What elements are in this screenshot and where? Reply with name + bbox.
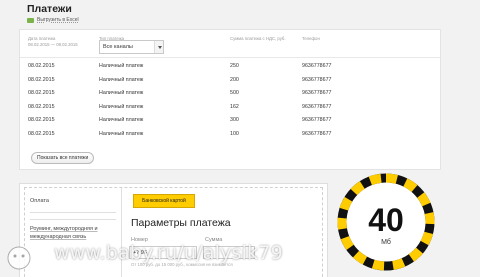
table-row: 08.02.2015 Наличный платеж 162 963677867… [20, 102, 440, 116]
gauge-unit: Мб [381, 239, 391, 246]
sum-label: Сумма [205, 237, 223, 243]
cell-type: Наличный платеж [99, 63, 144, 69]
cell-date: 08.02.2015 [28, 76, 55, 83]
side-item-roaming[interactable]: Роуминг, междугородняя и международная с… [30, 225, 110, 241]
sum-column-header: Сумма платежа с НДС, руб. [230, 36, 286, 41]
cell-type: Наличный платеж [99, 130, 144, 137]
phone-number-value: +7 96 [133, 250, 147, 256]
cell-sum: 250 [230, 63, 239, 69]
cell-date: 08.02.2015 [28, 130, 55, 137]
chevron-down-icon [154, 41, 163, 53]
number-label: Номер [131, 237, 148, 243]
table-row: 08.02.2015 Наличный платеж 100 963677867… [20, 129, 440, 143]
payment-side-menu: Оплата Роуминг, междугородняя и междунар… [24, 189, 117, 277]
export-excel-link[interactable]: Выгрузить в Excel [27, 17, 79, 23]
cell-sum: 100 [230, 130, 239, 137]
payment-params-title: Параметры платежа [131, 217, 231, 229]
side-item-payment[interactable]: Оплата [30, 198, 49, 204]
cell-type: Наличный платеж [99, 90, 144, 96]
cell-date: 08.02.2015 [28, 63, 55, 69]
sum-input[interactable] [203, 246, 255, 259]
sum-hint: От 100 руб. до 15 000 руб., комиссия не … [131, 262, 233, 267]
channel-select-value: Все каналы [103, 44, 133, 50]
cell-sum: 300 [230, 117, 239, 123]
excel-icon [27, 17, 34, 23]
cell-type: Наличный платеж [99, 76, 144, 83]
table-row: 08.02.2015 Наличный платеж 300 963677867… [20, 115, 440, 129]
gauge-value: 40 [368, 202, 404, 238]
bank-card-tab[interactable]: Банковской картой [133, 194, 195, 208]
date-column-header: Дата платежа [28, 36, 56, 41]
date-range-filter[interactable]: 08.02.2015 — 08.02.2015 [28, 42, 78, 47]
cell-type: Наличный платеж [99, 117, 144, 123]
phone-number-input[interactable]: +7 96 [129, 246, 197, 259]
cell-sum: 500 [230, 90, 239, 96]
cell-phone: 9636778677 [302, 130, 332, 137]
cell-type: Наличный платеж [99, 103, 144, 110]
cell-date: 08.02.2015 [28, 117, 55, 123]
table-row: 08.02.2015 Наличный платеж 200 963677867… [20, 75, 440, 89]
cell-phone: 9636778677 [302, 63, 332, 69]
table-row: 08.02.2015 Наличный платеж 500 963677867… [20, 88, 440, 102]
side-divider [30, 212, 116, 213]
cell-sum: 162 [230, 103, 239, 110]
show-all-payments-button[interactable]: Показать все платежи [31, 152, 95, 164]
cell-phone: 9636778677 [302, 117, 332, 123]
payments-table: 08.02.2015 Наличный платеж 250 963677867… [20, 61, 440, 142]
channel-select[interactable]: Все каналы [99, 40, 164, 54]
export-excel-label: Выгрузить в Excel [37, 17, 79, 23]
cell-date: 08.02.2015 [28, 90, 55, 96]
side-divider [30, 219, 116, 220]
header-divider [20, 57, 440, 58]
phone-column-header: Телефон [302, 36, 320, 41]
cell-phone: 9636778677 [302, 90, 332, 96]
cell-sum: 200 [230, 76, 239, 83]
cell-phone: 9636778677 [302, 76, 332, 83]
payments-card: Дата платежа 08.02.2015 — 08.02.2015 Тип… [19, 29, 441, 170]
cell-phone: 9636778677 [302, 103, 332, 110]
table-row: 08.02.2015 Наличный платеж 250 963677867… [20, 61, 440, 75]
page-title: Платежи [27, 3, 72, 15]
panel-vertical-divider [121, 188, 122, 277]
cell-date: 08.02.2015 [28, 103, 55, 110]
